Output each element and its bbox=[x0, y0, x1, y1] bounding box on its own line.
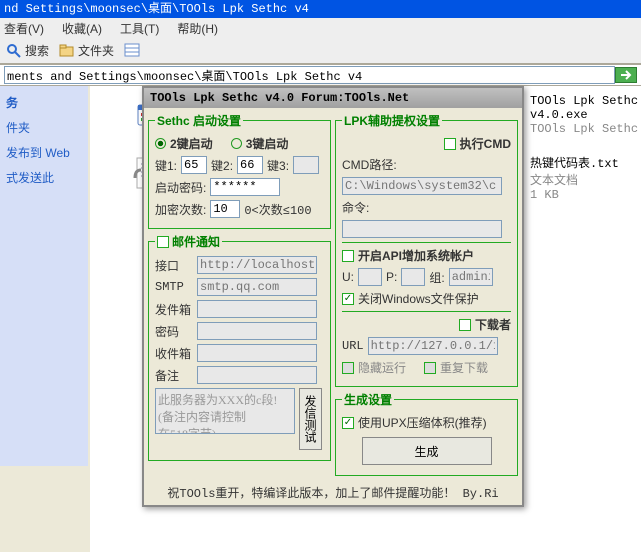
note-label: 备注 bbox=[155, 367, 193, 384]
key1-label: 键1: bbox=[155, 157, 177, 174]
tool-dialog: TOOls Lpk Sethc v4.0 Forum:TOOls.Net Set… bbox=[142, 86, 524, 507]
file-sub: TOOls Lpk Sethc bbox=[530, 122, 640, 136]
downloader-label: 下载者 bbox=[475, 316, 511, 333]
menu-favorites[interactable]: 收藏(A) bbox=[62, 20, 102, 37]
runcmd-label: 执行CMD bbox=[460, 135, 511, 152]
task-new-folder[interactable]: 件夹 bbox=[6, 119, 82, 136]
toolbar-search[interactable]: 搜索 bbox=[6, 42, 49, 59]
hide-checkbox bbox=[342, 362, 354, 374]
key3-input bbox=[293, 156, 319, 174]
file-name: 热键代码表.txt bbox=[530, 154, 640, 171]
redownload-checkbox bbox=[424, 362, 436, 374]
user-label: U: bbox=[342, 270, 354, 284]
sethc-legend: Sethc 启动设置 bbox=[155, 112, 243, 129]
search-icon bbox=[6, 43, 22, 59]
dialog-titlebar[interactable]: TOOls Lpk Sethc v4.0 Forum:TOOls.Net bbox=[144, 88, 522, 108]
file-label-exe[interactable]: TOOls Lpk Sethc v4.0.exe TOOls Lpk Sethc bbox=[530, 94, 640, 136]
iface-label: 接口 bbox=[155, 257, 193, 274]
radio-3key-label: 3键启动 bbox=[246, 135, 289, 152]
cmd-label: 命令: bbox=[342, 199, 369, 216]
enccount-label: 加密次数: bbox=[155, 201, 206, 218]
cmdpath-input bbox=[342, 177, 502, 195]
lpk-group: LPK辅助提权设置 执行CMD CMD路径: 命令: 开启API增加系统帐户 U… bbox=[335, 112, 518, 387]
iface-input bbox=[197, 256, 317, 274]
radio-3key[interactable] bbox=[231, 138, 242, 149]
toolbar-folders[interactable]: 文件夹 bbox=[59, 42, 114, 59]
note-input bbox=[197, 366, 317, 384]
menu-view[interactable]: 查看(V) bbox=[4, 20, 44, 37]
hide-label: 隐藏运行 bbox=[358, 359, 406, 376]
toolbar-search-label: 搜索 bbox=[25, 42, 49, 59]
arrow-right-icon bbox=[620, 70, 632, 80]
protect-label: 关闭Windows文件保护 bbox=[358, 290, 479, 307]
file-label-txt[interactable]: 热键代码表.txt 文本文档 1 KB bbox=[530, 154, 640, 202]
cmd-input bbox=[342, 220, 502, 238]
to-input bbox=[197, 344, 317, 362]
api-label: 开启API增加系统帐户 bbox=[358, 247, 474, 264]
file-name: TOOls Lpk Sethc v4.0.exe bbox=[530, 94, 640, 122]
generate-group: 生成设置 使用UPX压缩体积(推荐) 生成 bbox=[335, 391, 518, 476]
send-test-button[interactable]: 发信测试 bbox=[299, 388, 322, 450]
toolbar: 搜索 文件夹 bbox=[0, 38, 641, 64]
address-input[interactable] bbox=[4, 66, 615, 84]
mail-enable-checkbox[interactable] bbox=[157, 236, 169, 248]
note-textarea: 此服务器为XXX的c段! (备注内容请控制 在518字节) bbox=[155, 388, 295, 434]
key2-input[interactable] bbox=[237, 156, 263, 174]
radio-2key-label: 2键启动 bbox=[170, 135, 213, 152]
sethc-group: Sethc 启动设置 2键启动 3键启动 键1: 键2: 键3: bbox=[148, 112, 331, 229]
startpw-label: 启动密码: bbox=[155, 179, 206, 196]
toolbar-folders-label: 文件夹 bbox=[78, 42, 114, 59]
lpk-legend: LPK辅助提权设置 bbox=[342, 112, 442, 129]
dialog-footer: 祝TOOls重开，特编译此版本，加上了邮件提醒功能！ By.Ri bbox=[144, 480, 522, 505]
file-size: 1 KB bbox=[530, 188, 640, 202]
enccount-range: 0<次数≤100 bbox=[244, 201, 311, 218]
mail-legend: 邮件通知 bbox=[172, 233, 220, 250]
key3-label: 键3: bbox=[267, 157, 289, 174]
from-input bbox=[197, 300, 317, 318]
address-bar bbox=[0, 64, 641, 86]
api-checkbox[interactable] bbox=[342, 250, 354, 262]
group-label: 组: bbox=[429, 269, 444, 286]
views-icon bbox=[124, 43, 142, 59]
key2-label: 键2: bbox=[211, 157, 233, 174]
pass-label: P: bbox=[386, 270, 397, 284]
enccount-input[interactable] bbox=[210, 200, 240, 218]
toolbar-views[interactable] bbox=[124, 43, 142, 59]
user-input bbox=[358, 268, 382, 286]
task-publish-web[interactable]: 发布到 Web bbox=[6, 144, 82, 161]
downloader-checkbox[interactable] bbox=[459, 319, 471, 331]
pass-input bbox=[401, 268, 425, 286]
group-input bbox=[449, 268, 493, 286]
generate-legend: 生成设置 bbox=[342, 391, 394, 408]
cmdpath-label: CMD路径: bbox=[342, 156, 397, 173]
protect-checkbox[interactable] bbox=[342, 293, 354, 305]
url-label: URL bbox=[342, 339, 364, 353]
task-share[interactable]: 式发送此 bbox=[6, 169, 82, 186]
smtp-input bbox=[197, 278, 317, 296]
build-button[interactable]: 生成 bbox=[362, 437, 492, 465]
folder-icon bbox=[59, 43, 75, 59]
go-button[interactable] bbox=[615, 67, 637, 83]
menu-tools[interactable]: 工具(T) bbox=[120, 20, 159, 37]
window-titlebar: nd Settings\moonsec\桌面\TOOls Lpk Sethc v… bbox=[0, 0, 641, 18]
mailpw-input bbox=[197, 322, 317, 340]
upx-label: 使用UPX压缩体积(推荐) bbox=[358, 414, 487, 431]
tasks-heading: 务 bbox=[6, 94, 82, 111]
file-sub: 文本文档 bbox=[530, 171, 640, 188]
runcmd-checkbox[interactable] bbox=[444, 138, 456, 150]
upx-checkbox[interactable] bbox=[342, 417, 354, 429]
tasks-panel: 务 件夹 发布到 Web 式发送此 bbox=[0, 86, 88, 466]
to-label: 收件箱 bbox=[155, 345, 193, 362]
key1-input[interactable] bbox=[181, 156, 207, 174]
from-label: 发件箱 bbox=[155, 301, 193, 318]
startpw-input[interactable] bbox=[210, 178, 280, 196]
mail-group: 邮件通知 接口 SMTP 发件箱 密码 收件箱 bbox=[148, 233, 331, 461]
mailpw-label: 密码 bbox=[155, 323, 193, 340]
redownload-label: 重复下载 bbox=[440, 359, 488, 376]
smtp-label: SMTP bbox=[155, 280, 193, 294]
menu-help[interactable]: 帮助(H) bbox=[177, 20, 218, 37]
url-input bbox=[368, 337, 498, 355]
radio-2key[interactable] bbox=[155, 138, 166, 149]
menubar: 查看(V) 收藏(A) 工具(T) 帮助(H) bbox=[0, 18, 641, 38]
